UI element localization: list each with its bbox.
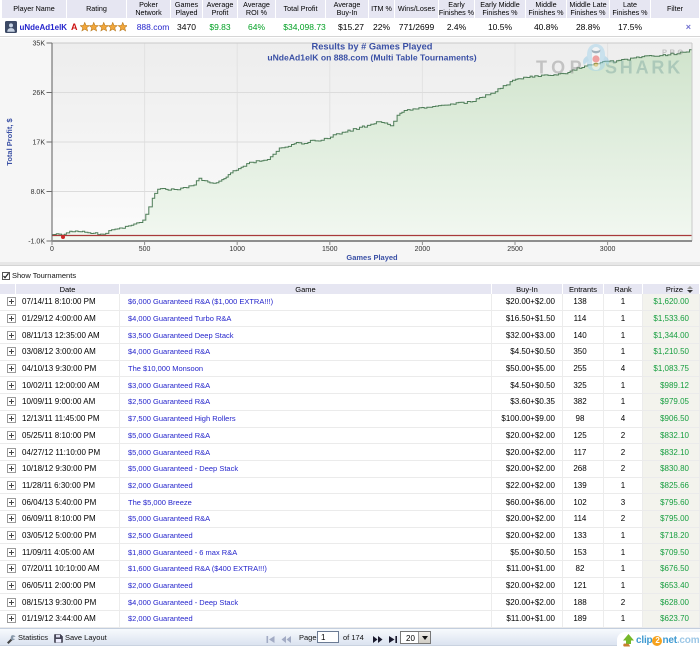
svg-text:26K: 26K xyxy=(33,90,46,97)
svg-text:3000: 3000 xyxy=(600,246,616,253)
svg-text:1500: 1500 xyxy=(322,246,338,253)
svg-text:1000: 1000 xyxy=(229,246,245,253)
svg-text:Total Profit, $: Total Profit, $ xyxy=(5,117,14,165)
svg-text:PRO: PRO xyxy=(662,48,686,57)
svg-text:uNdeAd1elK on 888.com (Multi T: uNdeAd1elK on 888.com (Multi Table Tourn… xyxy=(267,53,476,63)
svg-text:SHARK: SHARK xyxy=(605,58,683,78)
svg-text:2000: 2000 xyxy=(415,246,431,253)
svg-text:0: 0 xyxy=(50,246,54,253)
svg-text:35K: 35K xyxy=(33,41,46,48)
svg-text:500: 500 xyxy=(139,246,151,253)
svg-text:-1.0K: -1.0K xyxy=(28,239,45,246)
svg-text:Results by # Games Played: Results by # Games Played xyxy=(312,42,433,52)
svg-text:17K: 17K xyxy=(33,140,46,147)
svg-text:8.0K: 8.0K xyxy=(31,189,46,196)
svg-text:2500: 2500 xyxy=(507,246,523,253)
svg-text:Games Played: Games Played xyxy=(346,253,398,262)
svg-text:TOP: TOP xyxy=(536,58,586,78)
